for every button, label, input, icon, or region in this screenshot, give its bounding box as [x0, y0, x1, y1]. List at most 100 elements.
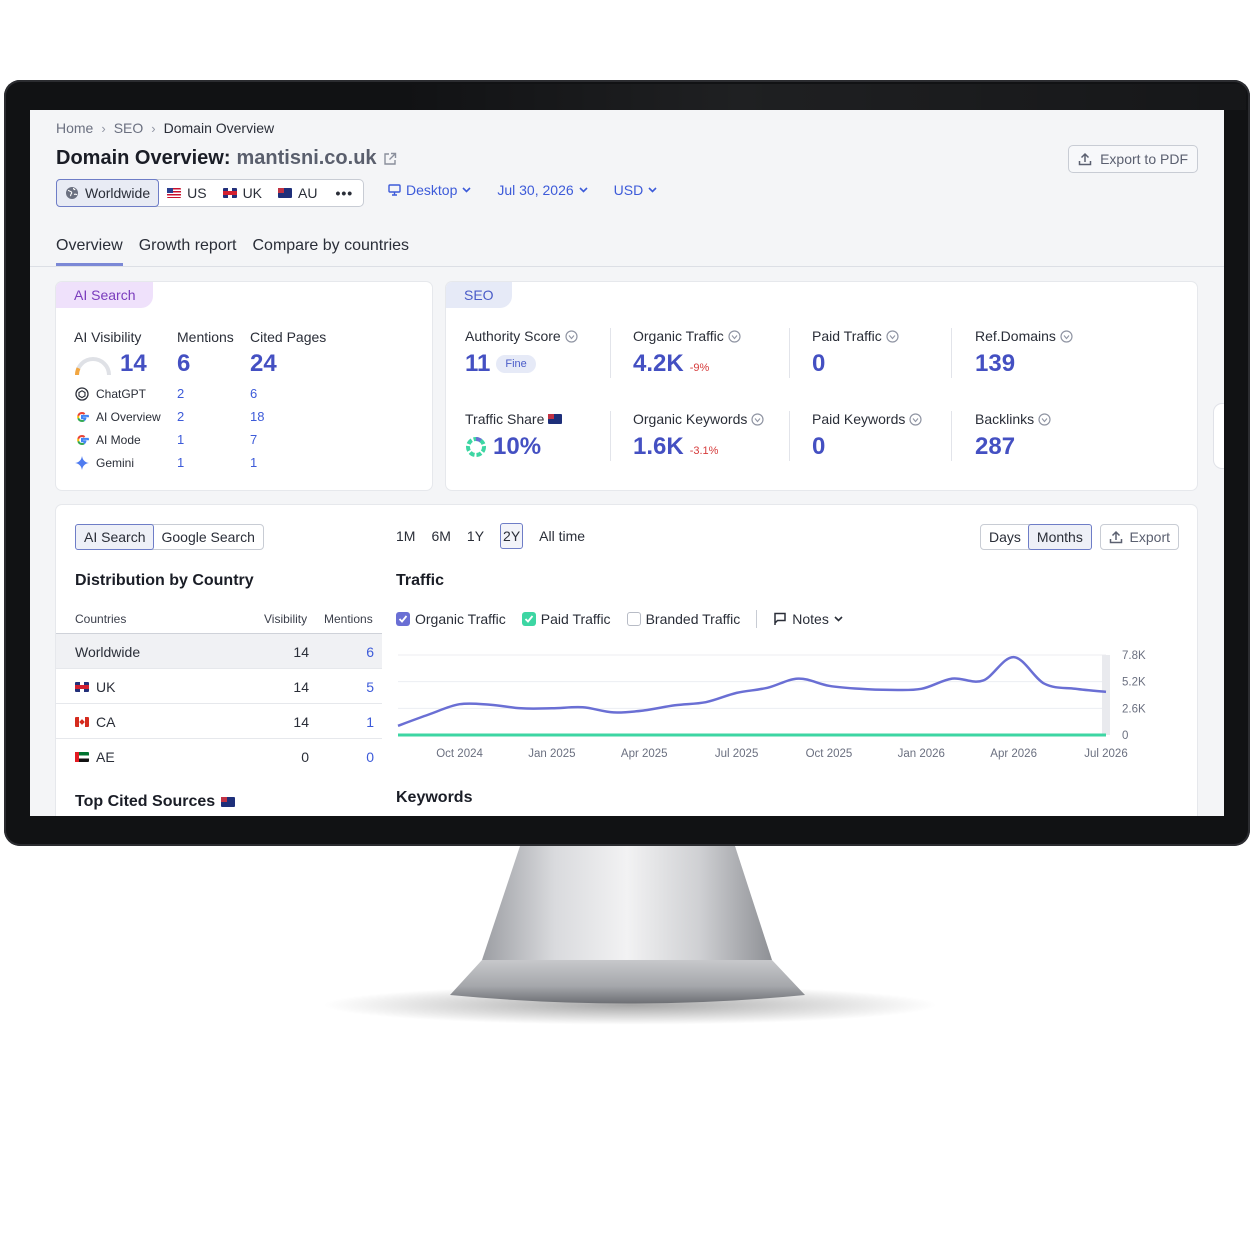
- metric-value: 10%: [493, 433, 542, 460]
- row-mentions[interactable]: 5: [366, 679, 374, 695]
- metric-label: Backlinks: [975, 411, 1035, 427]
- legend-paid[interactable]: Paid Traffic: [521, 611, 611, 627]
- checkbox-unchecked-icon: [626, 612, 641, 626]
- filter-bar: Desktop Jul 30, 2026 USD: [388, 182, 657, 198]
- x-tick-label: Oct 2025: [806, 748, 853, 760]
- ai-overview-cited[interactable]: 18: [250, 409, 264, 424]
- info-icon[interactable]: [565, 329, 578, 343]
- more-databases-button[interactable]: •••: [325, 180, 363, 206]
- table-row[interactable]: AE 0 0: [56, 738, 382, 774]
- table-row[interactable]: UK 14 5: [56, 668, 382, 704]
- organic-keywords-metric[interactable]: Organic Keywords 1.6K -3.1%: [633, 411, 764, 461]
- x-tick-label: Jan 2025: [528, 748, 575, 760]
- granularity-months[interactable]: Months: [1027, 524, 1092, 550]
- legend-organic[interactable]: Organic Traffic: [396, 611, 506, 627]
- ai-overview-mentions[interactable]: 2: [177, 409, 184, 424]
- db-us[interactable]: US: [159, 180, 214, 206]
- info-icon[interactable]: [1038, 412, 1051, 426]
- y-tick-label: 5.2K: [1122, 677, 1146, 689]
- page-title-domain[interactable]: mantisni.co.uk: [237, 147, 377, 170]
- ai-mode-cited[interactable]: 7: [250, 432, 257, 447]
- chevron-right-icon: ›: [101, 120, 106, 136]
- row-mentions[interactable]: 6: [366, 644, 374, 660]
- source-name: AI Mode: [96, 433, 141, 447]
- granularity-days[interactable]: Days: [981, 525, 1029, 549]
- external-link-icon[interactable]: [383, 152, 397, 166]
- metric-label: Organic Traffic: [633, 328, 724, 344]
- ai-visibility-value[interactable]: 14: [120, 350, 147, 378]
- row-mentions[interactable]: 1: [366, 714, 374, 730]
- range-1m[interactable]: 1M: [396, 528, 415, 544]
- tab-overview[interactable]: Overview: [56, 237, 123, 266]
- organic-traffic-metric[interactable]: Organic Traffic 4.2K -9%: [633, 328, 741, 378]
- date-label: Jul 30, 2026: [497, 182, 574, 198]
- mentions-value[interactable]: 6: [177, 350, 190, 378]
- row-visibility: 14: [293, 714, 309, 730]
- gemini-cited[interactable]: 1: [250, 455, 257, 470]
- toggle-ai-search[interactable]: AI Search: [75, 524, 155, 550]
- breadcrumb-seo[interactable]: SEO: [114, 120, 144, 136]
- tab-growth-report[interactable]: Growth report: [139, 237, 237, 266]
- range-2y[interactable]: 2Y: [500, 523, 524, 549]
- chart-legend: Organic Traffic Paid Traffic Branded Tra…: [396, 610, 843, 628]
- info-icon[interactable]: [1060, 329, 1073, 343]
- mentions-header: Mentions: [177, 329, 234, 345]
- source-name: ChatGPT: [96, 387, 147, 401]
- metric-label: Traffic Share: [465, 411, 545, 427]
- granularity-toggle: Days Months: [980, 524, 1092, 550]
- info-icon[interactable]: [909, 412, 922, 426]
- metric-change: -9%: [689, 362, 710, 374]
- x-tick-label: Jul 2025: [715, 748, 758, 760]
- ref-domains-metric[interactable]: Ref.Domains 139: [975, 328, 1073, 378]
- db-worldwide[interactable]: Worldwide: [56, 179, 160, 207]
- range-1y[interactable]: 1Y: [467, 528, 484, 544]
- chatgpt-icon: [75, 387, 89, 401]
- breadcrumb-current: Domain Overview: [163, 120, 275, 136]
- info-icon[interactable]: [728, 329, 741, 343]
- toggle-google-search[interactable]: Google Search: [153, 525, 262, 549]
- breadcrumb-home[interactable]: Home: [56, 120, 93, 136]
- legend-branded[interactable]: Branded Traffic: [626, 611, 740, 627]
- google-icon: [77, 434, 89, 446]
- traffic-share-metric[interactable]: Traffic Share 10%: [465, 411, 563, 461]
- visibility-gauge: [75, 357, 111, 376]
- metric-value: 0: [812, 350, 826, 377]
- source-ai-mode: AI Mode: [74, 432, 141, 448]
- export-button[interactable]: Export: [1099, 524, 1179, 550]
- device-dropdown[interactable]: Desktop: [388, 182, 471, 198]
- breadcrumb: Home › SEO › Domain Overview: [56, 120, 274, 136]
- db-label: US: [187, 185, 207, 201]
- table-row[interactable]: Worldwide 14 6: [56, 633, 382, 669]
- info-icon[interactable]: [751, 412, 764, 426]
- flag-us-icon: [167, 188, 182, 198]
- row-mentions[interactable]: 0: [366, 749, 374, 765]
- db-au[interactable]: AU: [270, 180, 325, 206]
- gemini-mentions[interactable]: 1: [177, 455, 184, 470]
- x-tick-label: Apr 2025: [621, 748, 668, 760]
- traffic-chart[interactable]: 7.8K 5.2K 2.6K 0 Oct 2024 Jan 2025 Apr 2025 Jul…: [396, 645, 1166, 770]
- cited-pages-header: Cited Pages: [250, 329, 327, 345]
- metric-divider: [789, 328, 790, 378]
- x-tick-label: Jan 2026: [898, 748, 945, 760]
- paid-traffic-metric[interactable]: Paid Traffic 0: [812, 328, 899, 378]
- date-dropdown[interactable]: Jul 30, 2026: [497, 182, 588, 198]
- db-uk[interactable]: UK: [215, 180, 270, 206]
- backlinks-metric[interactable]: Backlinks 287: [975, 411, 1051, 461]
- info-icon[interactable]: [886, 329, 899, 343]
- side-panel-handle[interactable]: [1214, 404, 1224, 468]
- notes-dropdown[interactable]: Notes: [773, 611, 843, 627]
- range-6m[interactable]: 6M: [431, 528, 450, 544]
- ai-mode-mentions[interactable]: 1: [177, 432, 184, 447]
- paid-keywords-metric[interactable]: Paid Keywords 0: [812, 411, 922, 461]
- export-pdf-button[interactable]: Export to PDF: [1068, 145, 1198, 173]
- authority-score-metric[interactable]: Authority Score 11 Fine: [465, 328, 578, 378]
- cited-pages-value[interactable]: 24: [250, 350, 277, 378]
- tab-compare-by-countries[interactable]: Compare by countries: [253, 237, 410, 266]
- x-tick-label: Jul 2026: [1084, 748, 1127, 760]
- chatgpt-mentions[interactable]: 2: [177, 386, 184, 401]
- range-all-time[interactable]: All time: [539, 528, 585, 544]
- chatgpt-cited[interactable]: 6: [250, 386, 257, 401]
- table-row[interactable]: CA 14 1: [56, 703, 382, 739]
- currency-dropdown[interactable]: USD: [614, 182, 658, 198]
- page-title-prefix: Domain Overview:: [56, 147, 231, 169]
